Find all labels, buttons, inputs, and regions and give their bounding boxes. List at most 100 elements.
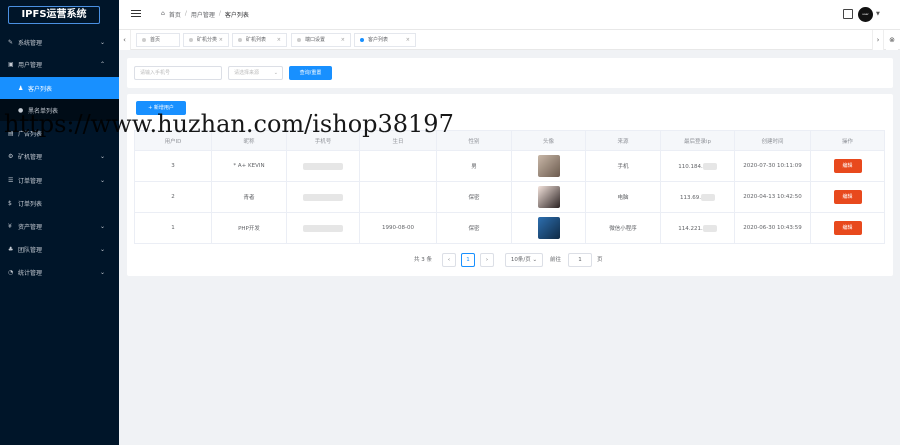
home-icon: ⌂ bbox=[161, 10, 165, 17]
cell-created: 2020-07-30 10:11:09 bbox=[734, 150, 811, 182]
sidebar-item-label: 订单列表 bbox=[18, 200, 43, 208]
customer-table: 用户ID 昵称 手机号 生日 性别 头像 来源 最后登录ip 创建时间 操作 3… bbox=[134, 130, 885, 244]
tabs-menu-icon[interactable]: ⊗ bbox=[886, 30, 898, 50]
cell-avatar bbox=[511, 212, 586, 244]
watermark-text: https://www.huzhan.com/ishop38197 bbox=[4, 110, 454, 138]
query-reset-button[interactable]: 查询/重置 bbox=[289, 66, 332, 80]
cell-phone bbox=[286, 212, 360, 244]
tab-label: 矿机分类 bbox=[197, 37, 218, 43]
tab-port-settings[interactable]: 端口设置 × bbox=[291, 33, 351, 47]
sidebar-item-system[interactable]: ✎ 系统管理 ⌄ bbox=[0, 31, 119, 53]
cell-gender: 保密 bbox=[436, 212, 512, 244]
chevron-down-icon: ⌄ bbox=[532, 257, 538, 263]
cell-action: 编辑 bbox=[810, 150, 885, 182]
sidebar-item-label: 订单管理 bbox=[18, 177, 43, 185]
edit-button[interactable]: 编辑 bbox=[833, 221, 862, 235]
chevron-down-icon: ⌄ bbox=[99, 38, 105, 46]
cell-phone bbox=[286, 150, 360, 182]
breadcrumb: ⌂ 首页 / 用户管理 / 客户列表 bbox=[161, 10, 249, 19]
breadcrumb-home[interactable]: 首页 bbox=[169, 10, 181, 19]
source-select[interactable]: 请选择来源 ⌄ bbox=[228, 66, 283, 80]
breadcrumb-separator: / bbox=[218, 10, 221, 17]
pagination-page[interactable]: 1 bbox=[461, 253, 475, 267]
close-icon[interactable]: × bbox=[219, 34, 223, 46]
sidebar-item-assets[interactable]: ¥ 资产管理 ⌄ bbox=[0, 215, 119, 237]
phone-search-input[interactable]: 请输入手机号 bbox=[134, 66, 222, 80]
page-size-value: 10条/页 bbox=[510, 257, 531, 263]
chevron-down-icon: ⌄ bbox=[99, 222, 105, 230]
wrench-icon: ✎ bbox=[8, 38, 14, 46]
pagination-goto-input[interactable]: 1 bbox=[568, 253, 592, 267]
sidebar-item-label: 统计管理 bbox=[18, 269, 43, 277]
cell-birthday bbox=[359, 181, 437, 213]
tab-miner-list[interactable]: 矿机列表 × bbox=[232, 33, 287, 47]
pagination-prev-icon[interactable]: ‹ bbox=[442, 253, 456, 267]
caret-down-icon[interactable]: ▼ bbox=[876, 11, 880, 17]
column-header: 最后登录ip bbox=[660, 130, 735, 151]
menu-toggle-icon[interactable] bbox=[131, 10, 141, 18]
pagination-page-suffix: 页 bbox=[597, 257, 603, 263]
sidebar-item-team[interactable]: ♣ 团队管理 ⌄ bbox=[0, 238, 119, 260]
sidebar-item-order-list[interactable]: $ 订单列表 bbox=[0, 192, 119, 214]
edit-button[interactable]: 编辑 bbox=[833, 190, 862, 204]
redacted-ip bbox=[702, 224, 717, 232]
redacted-phone bbox=[303, 224, 343, 232]
ip-text: 113.69. bbox=[680, 194, 701, 201]
tabs-bar: ‹ 首页 矿机分类 × 矿机列表 × 端口设置 × 客户列表 × › ⊗ bbox=[119, 30, 900, 50]
edit-button[interactable]: 编辑 bbox=[833, 159, 862, 173]
table-row: 2 青者 保密 电脑 113.69. 2020-04-13 10:42:50 编… bbox=[134, 181, 885, 213]
breadcrumb-current: 客户列表 bbox=[224, 12, 249, 19]
table-row: 1 PHP开发 1990-08-00 保密 微信小程序 114.221. 202… bbox=[134, 212, 885, 244]
close-icon[interactable]: × bbox=[406, 34, 410, 46]
sidebar-item-label: 系统管理 bbox=[18, 39, 43, 47]
sidebar-item-label: 团队管理 bbox=[18, 246, 43, 254]
user-icon: ▣ bbox=[8, 60, 14, 68]
sidebar-item-orders[interactable]: ☰ 订单管理 ⌄ bbox=[0, 169, 119, 191]
tab-miner-category[interactable]: 矿机分类 × bbox=[183, 33, 229, 47]
sidebar-item-label: 矿机管理 bbox=[18, 153, 43, 161]
close-icon[interactable]: × bbox=[277, 34, 281, 46]
cell-birthday: 1990-08-00 bbox=[359, 212, 437, 244]
chevron-down-icon: ⌄ bbox=[273, 70, 278, 76]
tab-label: 客户列表 bbox=[368, 37, 389, 43]
sidebar-item-miners[interactable]: ⚙ 矿机管理 ⌄ bbox=[0, 145, 119, 167]
fullscreen-icon[interactable] bbox=[843, 9, 853, 19]
page-size-select[interactable]: 10条/页 ⌄ bbox=[505, 253, 543, 267]
chevron-up-icon: ⌃ bbox=[99, 60, 105, 68]
order-icon: $ bbox=[8, 199, 12, 207]
cell-avatar bbox=[511, 150, 586, 182]
redacted-ip bbox=[702, 162, 717, 170]
tab-customer-list[interactable]: 客户列表 × bbox=[354, 33, 416, 47]
avatar-image bbox=[537, 217, 560, 239]
column-header: 操作 bbox=[810, 130, 885, 151]
tab-home[interactable]: 首页 bbox=[136, 33, 180, 47]
cell-nickname: PHP开发 bbox=[211, 212, 287, 244]
avatar[interactable]: user bbox=[858, 7, 873, 22]
tab-dot bbox=[142, 37, 146, 42]
close-icon[interactable]: × bbox=[341, 34, 345, 46]
chevron-down-icon: ⌄ bbox=[99, 268, 105, 276]
sidebar-item-stats[interactable]: ◔ 统计管理 ⌄ bbox=[0, 261, 119, 283]
cell-phone bbox=[286, 181, 360, 213]
cell-ip: 114.221. bbox=[660, 212, 735, 244]
cell-id: 2 bbox=[134, 181, 212, 213]
cell-gender: 保密 bbox=[436, 181, 512, 213]
breadcrumb-parent[interactable]: 用户管理 bbox=[191, 10, 215, 19]
tabs-scroll-right-icon[interactable]: › bbox=[872, 30, 884, 50]
pagination-next-icon[interactable]: › bbox=[480, 253, 494, 267]
cell-birthday bbox=[359, 150, 437, 182]
sidebar: IPFS运营系统 ✎ 系统管理 ⌄ ▣ 用户管理 ⌃ ♟ 客户列表 ● 黑名单列… bbox=[0, 0, 119, 445]
pagination-total: 共 3 条 bbox=[414, 257, 432, 263]
cell-ip: 110.184. bbox=[660, 150, 735, 182]
cell-action: 编辑 bbox=[810, 181, 885, 213]
tabs-scroll-left-icon[interactable]: ‹ bbox=[119, 30, 131, 50]
avatar-image bbox=[537, 155, 560, 177]
sidebar-item-label: 资产管理 bbox=[18, 223, 43, 231]
chevron-down-icon: ⌄ bbox=[99, 245, 105, 253]
yen-icon: ¥ bbox=[8, 222, 12, 230]
sidebar-item-users[interactable]: ▣ 用户管理 ⌃ bbox=[0, 53, 119, 75]
pagination-goto-label: 前往 bbox=[550, 257, 562, 263]
cell-gender: 男 bbox=[436, 150, 512, 182]
sidebar-subitem-customer-list[interactable]: ♟ 客户列表 bbox=[0, 77, 119, 99]
tab-dot bbox=[189, 37, 193, 42]
